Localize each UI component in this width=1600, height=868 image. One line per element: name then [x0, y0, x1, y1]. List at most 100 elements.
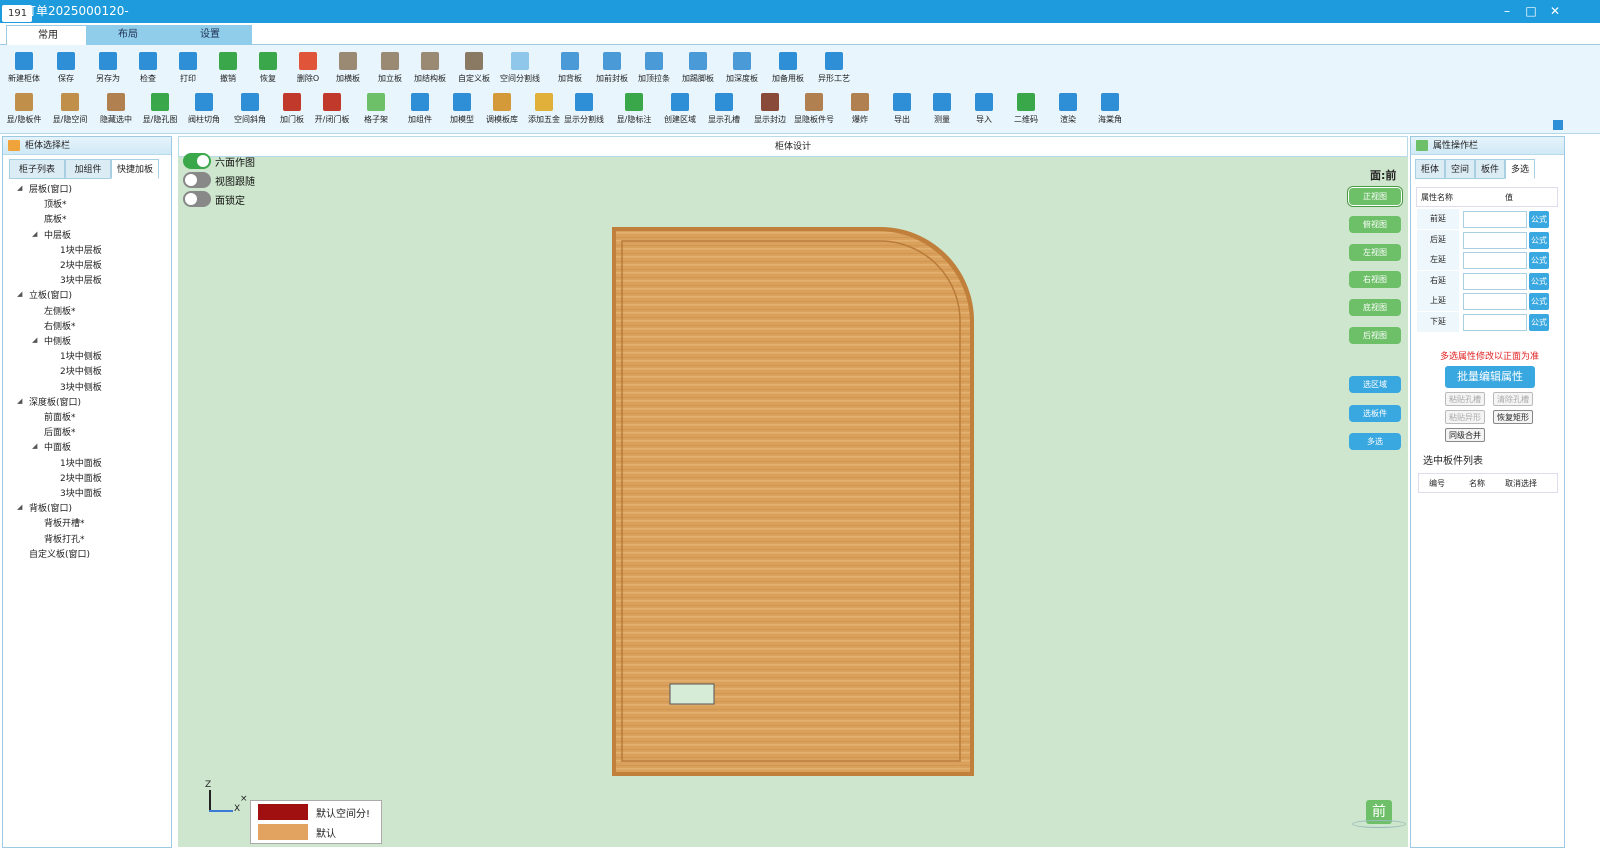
tool-template-lib-button[interactable]: 调模板库 [480, 91, 524, 131]
tree-expand-icon[interactable]: ◢ [17, 290, 22, 298]
tool-show-slot-button[interactable]: 显示孔槽 [702, 91, 746, 131]
tool-add-component-button[interactable]: 加组件 [398, 91, 442, 131]
view-button[interactable]: 右视图 [1349, 271, 1401, 288]
tree-item[interactable]: 2块中层板 [60, 258, 102, 271]
tool-print-button[interactable]: 打印 [168, 50, 208, 90]
property-value-input[interactable] [1463, 252, 1527, 269]
tool-open-door-button[interactable]: 开/闭门板 [310, 91, 354, 131]
tool-add-kickboard-button[interactable]: 加踢脚板 [678, 50, 718, 90]
select-mode-button[interactable]: 选板件 [1349, 405, 1401, 422]
tree-expand-icon[interactable]: ◢ [17, 397, 22, 405]
tool-grid-rack-button[interactable]: 格子架 [354, 91, 398, 131]
tool-add-hardware-button[interactable]: 添加五金 [522, 91, 566, 131]
sibling-merge-button[interactable]: 同级合并 [1445, 428, 1485, 442]
tree-item[interactable]: 后面板* [44, 425, 76, 438]
batch-edit-button[interactable]: 批量编辑属性 [1445, 366, 1535, 388]
tool-shape-process-button[interactable]: 异形工艺 [814, 50, 854, 90]
tool-pillar-cut-button[interactable]: 阀柱切角 [182, 91, 226, 131]
tool-undo-button[interactable]: 撤销 [208, 50, 248, 90]
tree-item[interactable]: 2块中面板 [60, 471, 102, 484]
select-mode-button[interactable]: 多选 [1349, 433, 1401, 450]
tool-add-horizontal-board-button[interactable]: 加横板 [328, 50, 368, 90]
formula-button[interactable]: 公式 [1529, 293, 1549, 310]
tab-space[interactable]: 空间 [1445, 159, 1475, 179]
tree-item[interactable]: 2块中侧板 [60, 364, 102, 377]
tool-toggle-annotation-button[interactable]: 显/隐标注 [612, 91, 656, 131]
property-value-input[interactable] [1463, 313, 1527, 331]
tree-expand-icon[interactable]: ◢ [32, 442, 37, 450]
tree-item[interactable]: 背板(窗口) [29, 501, 72, 514]
view-button[interactable]: 俯视图 [1349, 216, 1401, 233]
tool-redo-button[interactable]: 恢复 [248, 50, 288, 90]
property-value-input[interactable] [1463, 293, 1527, 310]
tree-expand-icon[interactable]: ◢ [32, 230, 37, 238]
select-mode-button[interactable]: 选区域 [1349, 376, 1401, 393]
property-value-input[interactable] [1463, 211, 1527, 228]
clear-slot-button[interactable]: 清除孔槽 [1493, 392, 1533, 406]
view-button[interactable]: 底视图 [1349, 299, 1401, 316]
tab-layout[interactable]: 布局 [86, 25, 170, 45]
tool-toggle-hole-button[interactable]: 显/隐孔图 [138, 91, 182, 131]
formula-button[interactable]: 公式 [1529, 211, 1549, 228]
formula-button[interactable]: 公式 [1529, 231, 1549, 249]
tool-add-front-seal-button[interactable]: 加前封板 [592, 50, 632, 90]
property-value-input[interactable] [1463, 231, 1527, 249]
tool-space-bevel-button[interactable]: 空间斜角 [228, 91, 272, 131]
tree-expand-icon[interactable]: ◢ [17, 503, 22, 511]
formula-button[interactable]: 公式 [1529, 272, 1549, 290]
close-icon[interactable]: × [240, 794, 248, 804]
tool-space-divider-button[interactable]: 空间分割线 [500, 50, 540, 90]
tree-item[interactable]: 背板开槽* [44, 516, 85, 529]
tree-item[interactable]: 3块中侧板 [60, 380, 102, 393]
view-button[interactable]: 正视图 [1349, 188, 1401, 205]
tree-item[interactable]: 背板打孔* [44, 532, 85, 545]
tab-cabinet[interactable]: 柜体 [1415, 159, 1445, 179]
tree-item[interactable]: 顶板* [44, 197, 67, 210]
minimize-button[interactable]: – [1495, 2, 1519, 20]
tool-custom-board-button[interactable]: 自定义板 [454, 50, 494, 90]
tab-board[interactable]: 板件 [1475, 159, 1505, 179]
tab-cabinet-list[interactable]: 柜子列表 [9, 159, 65, 179]
tool-add-door-button[interactable]: 加门板 [270, 91, 314, 131]
tree-expand-icon[interactable]: ◢ [32, 336, 37, 344]
toggle-view-follow[interactable] [183, 172, 211, 188]
tool-add-top-strip-button[interactable]: 加顶拉条 [634, 50, 674, 90]
tool-new-cabinet-button[interactable]: 新建柜体 [4, 50, 44, 90]
tree-item[interactable]: 底板* [44, 212, 67, 225]
tool-measure-button[interactable]: 测量 [920, 91, 964, 131]
tree-item[interactable]: 1块中层板 [60, 243, 102, 256]
tree-item[interactable]: 前面板* [44, 410, 76, 423]
tree-item[interactable]: 中层板 [44, 228, 71, 241]
formula-button[interactable]: 公式 [1529, 252, 1549, 269]
tool-delete-button[interactable]: 删除O [288, 50, 328, 90]
tool-add-back-board-button[interactable]: 加背板 [550, 50, 590, 90]
tab-common[interactable]: 常用 [6, 25, 90, 45]
tool-add-structure-board-button[interactable]: 加结构板 [410, 50, 450, 90]
paste-slot-button[interactable]: 粘贴孔槽 [1445, 392, 1485, 406]
property-value-input[interactable] [1463, 272, 1527, 290]
tab-add-component[interactable]: 加组件 [65, 159, 111, 179]
formula-button[interactable]: 公式 [1529, 313, 1549, 331]
tree-item[interactable]: 自定义板(窗口) [29, 547, 90, 560]
tree-item[interactable]: 3块中面板 [60, 486, 102, 499]
tree-item[interactable]: 立板(窗口) [29, 288, 72, 301]
tool-explode-button[interactable]: 爆炸 [838, 91, 882, 131]
hole-slot[interactable] [669, 683, 715, 705]
tool-toggle-space-button[interactable]: 显/隐空间 [48, 91, 92, 131]
tool-save-as-button[interactable]: 另存为 [88, 50, 128, 90]
toggle-six-face[interactable] [183, 153, 211, 169]
tree-item[interactable]: 左侧板* [44, 304, 76, 317]
tree-item[interactable]: 右侧板* [44, 319, 76, 332]
toggle-face-lock[interactable] [183, 191, 211, 207]
tool-render-button[interactable]: 渲染 [1046, 91, 1090, 131]
tree-item[interactable]: 1块中面板 [60, 456, 102, 469]
grid-menu-icon[interactable] [1553, 120, 1563, 130]
tree-item[interactable]: 中侧板 [44, 334, 71, 347]
tool-import-button[interactable]: 导入 [962, 91, 1006, 131]
tool-add-depth-board-button[interactable]: 加深度板 [722, 50, 762, 90]
paste-shape-button[interactable]: 粘贴异形 [1445, 410, 1485, 424]
tab-settings[interactable]: 设置 [168, 25, 252, 45]
tree-item[interactable]: 1块中侧板 [60, 349, 102, 362]
tool-add-vertical-board-button[interactable]: 加立板 [370, 50, 410, 90]
close-button[interactable]: ✕ [1543, 2, 1567, 20]
